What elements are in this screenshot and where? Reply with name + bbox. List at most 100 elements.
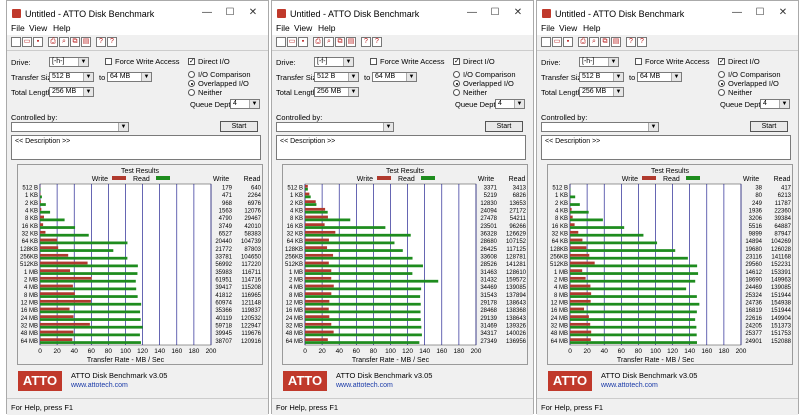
maximize-button[interactable]: ☐ — [221, 6, 239, 20]
io-comparison-radio[interactable] — [718, 71, 725, 78]
transfer-size-to[interactable]: 64 MB▼ — [107, 72, 152, 82]
io-comparison-radio[interactable] — [188, 71, 195, 78]
transfer-from-dropdown-arrow[interactable]: ▼ — [613, 73, 623, 81]
start-button[interactable]: Start — [485, 121, 523, 132]
print-icon[interactable]: ⎙ — [48, 37, 58, 47]
overlapped-io-radio[interactable] — [718, 80, 725, 87]
controlled-by-dropdown-arrow[interactable]: ▼ — [118, 123, 128, 131]
controlled-by-select[interactable]: ▼ — [276, 122, 394, 132]
website-link[interactable]: www.attotech.com — [71, 382, 128, 389]
menu-file[interactable]: File — [11, 23, 25, 33]
context-help-icon[interactable]: ? — [107, 37, 117, 47]
controlled-by-dropdown-arrow[interactable]: ▼ — [383, 123, 393, 131]
total-length-select[interactable]: 256 MB▼ — [579, 87, 624, 97]
menu-view[interactable]: View — [29, 23, 47, 33]
minimize-button[interactable]: — — [463, 6, 481, 20]
preview-icon[interactable]: ⌕ — [324, 37, 334, 47]
neither-radio[interactable] — [453, 89, 460, 96]
menu-view[interactable]: View — [559, 23, 577, 33]
total-length-dropdown-arrow[interactable]: ▼ — [348, 88, 358, 96]
drive-select[interactable]: [-h-]▼ — [49, 57, 89, 67]
controlled-by-select[interactable]: ▼ — [541, 122, 659, 132]
print-icon[interactable]: ⎙ — [578, 37, 588, 47]
controlled-by-dropdown-arrow[interactable]: ▼ — [648, 123, 658, 131]
queue-depth-dropdown-arrow[interactable]: ▼ — [514, 100, 524, 108]
maximize-button[interactable]: ☐ — [486, 6, 504, 20]
save-icon[interactable]: ▪ — [33, 37, 43, 47]
total-length-select[interactable]: 256 MB▼ — [314, 87, 359, 97]
direct-io-checkbox[interactable]: ✓ — [188, 58, 195, 65]
neither-radio[interactable] — [188, 89, 195, 96]
drive-select[interactable]: [-f-]▼ — [314, 57, 354, 67]
new-icon[interactable] — [276, 37, 286, 47]
transfer-to-dropdown-arrow[interactable]: ▼ — [406, 73, 416, 81]
context-help-icon[interactable]: ? — [637, 37, 647, 47]
menu-help[interactable]: Help — [53, 23, 70, 33]
description-box[interactable]: << Description >> — [276, 135, 526, 160]
total-length-dropdown-arrow[interactable]: ▼ — [83, 88, 93, 96]
open-icon[interactable]: ▭ — [22, 37, 32, 47]
new-icon[interactable] — [11, 37, 21, 47]
queue-depth-select[interactable]: 4▼ — [760, 99, 790, 109]
preview-icon[interactable]: ⌕ — [589, 37, 599, 47]
transfer-size-from[interactable]: 512 B▼ — [579, 72, 624, 82]
print-icon[interactable]: ⎙ — [313, 37, 323, 47]
transfer-size-to[interactable]: 64 MB▼ — [637, 72, 682, 82]
drive-select[interactable]: [-h-]▼ — [579, 57, 619, 67]
queue-depth-dropdown-arrow[interactable]: ▼ — [249, 100, 259, 108]
menu-help[interactable]: Help — [318, 23, 335, 33]
transfer-from-dropdown-arrow[interactable]: ▼ — [348, 73, 358, 81]
copy-icon[interactable]: ⧉ — [335, 37, 345, 47]
website-link[interactable]: www.attotech.com — [601, 382, 658, 389]
preview-icon[interactable]: ⌕ — [59, 37, 69, 47]
queue-depth-select[interactable]: 4▼ — [495, 99, 525, 109]
close-button[interactable]: ✕ — [509, 6, 527, 20]
new-icon[interactable] — [541, 37, 551, 47]
save-icon[interactable]: ▪ — [298, 37, 308, 47]
maximize-button[interactable]: ☐ — [751, 6, 769, 20]
overlapped-io-radio[interactable] — [453, 80, 460, 87]
save-icon[interactable]: ▪ — [563, 37, 573, 47]
drive-dropdown-arrow[interactable]: ▼ — [343, 58, 353, 66]
neither-radio[interactable] — [718, 89, 725, 96]
force-write-checkbox[interactable] — [105, 58, 112, 65]
drive-dropdown-arrow[interactable]: ▼ — [608, 58, 618, 66]
close-button[interactable]: ✕ — [244, 6, 262, 20]
controlled-by-select[interactable]: ▼ — [11, 122, 129, 132]
menu-file[interactable]: File — [276, 23, 290, 33]
total-length-dropdown-arrow[interactable]: ▼ — [613, 88, 623, 96]
drive-dropdown-arrow[interactable]: ▼ — [78, 58, 88, 66]
queue-depth-dropdown-arrow[interactable]: ▼ — [779, 100, 789, 108]
start-button[interactable]: Start — [750, 121, 788, 132]
close-button[interactable]: ✕ — [774, 6, 792, 20]
context-help-icon[interactable]: ? — [372, 37, 382, 47]
minimize-button[interactable]: — — [198, 6, 216, 20]
io-comparison-radio[interactable] — [453, 71, 460, 78]
copy-icon[interactable]: ⧉ — [600, 37, 610, 47]
transfer-size-to[interactable]: 64 MB▼ — [372, 72, 417, 82]
transfer-size-from[interactable]: 512 B▼ — [314, 72, 359, 82]
paste-icon[interactable]: ▤ — [81, 37, 91, 47]
copy-icon[interactable]: ⧉ — [70, 37, 80, 47]
menu-file[interactable]: File — [541, 23, 555, 33]
transfer-to-dropdown-arrow[interactable]: ▼ — [141, 73, 151, 81]
overlapped-io-radio[interactable] — [188, 80, 195, 87]
help-icon[interactable]: ? — [361, 37, 371, 47]
description-box[interactable]: << Description >> — [11, 135, 261, 160]
force-write-checkbox[interactable] — [370, 58, 377, 65]
start-button[interactable]: Start — [220, 121, 258, 132]
description-box[interactable]: << Description >> — [541, 135, 791, 160]
menu-help[interactable]: Help — [583, 23, 600, 33]
paste-icon[interactable]: ▤ — [611, 37, 621, 47]
direct-io-checkbox[interactable]: ✓ — [718, 58, 725, 65]
queue-depth-select[interactable]: 4▼ — [230, 99, 260, 109]
help-icon[interactable]: ? — [96, 37, 106, 47]
paste-icon[interactable]: ▤ — [346, 37, 356, 47]
menu-view[interactable]: View — [294, 23, 312, 33]
direct-io-checkbox[interactable]: ✓ — [453, 58, 460, 65]
transfer-size-from[interactable]: 512 B▼ — [49, 72, 94, 82]
transfer-from-dropdown-arrow[interactable]: ▼ — [83, 73, 93, 81]
help-icon[interactable]: ? — [626, 37, 636, 47]
website-link[interactable]: www.attotech.com — [336, 382, 393, 389]
total-length-select[interactable]: 256 MB▼ — [49, 87, 94, 97]
